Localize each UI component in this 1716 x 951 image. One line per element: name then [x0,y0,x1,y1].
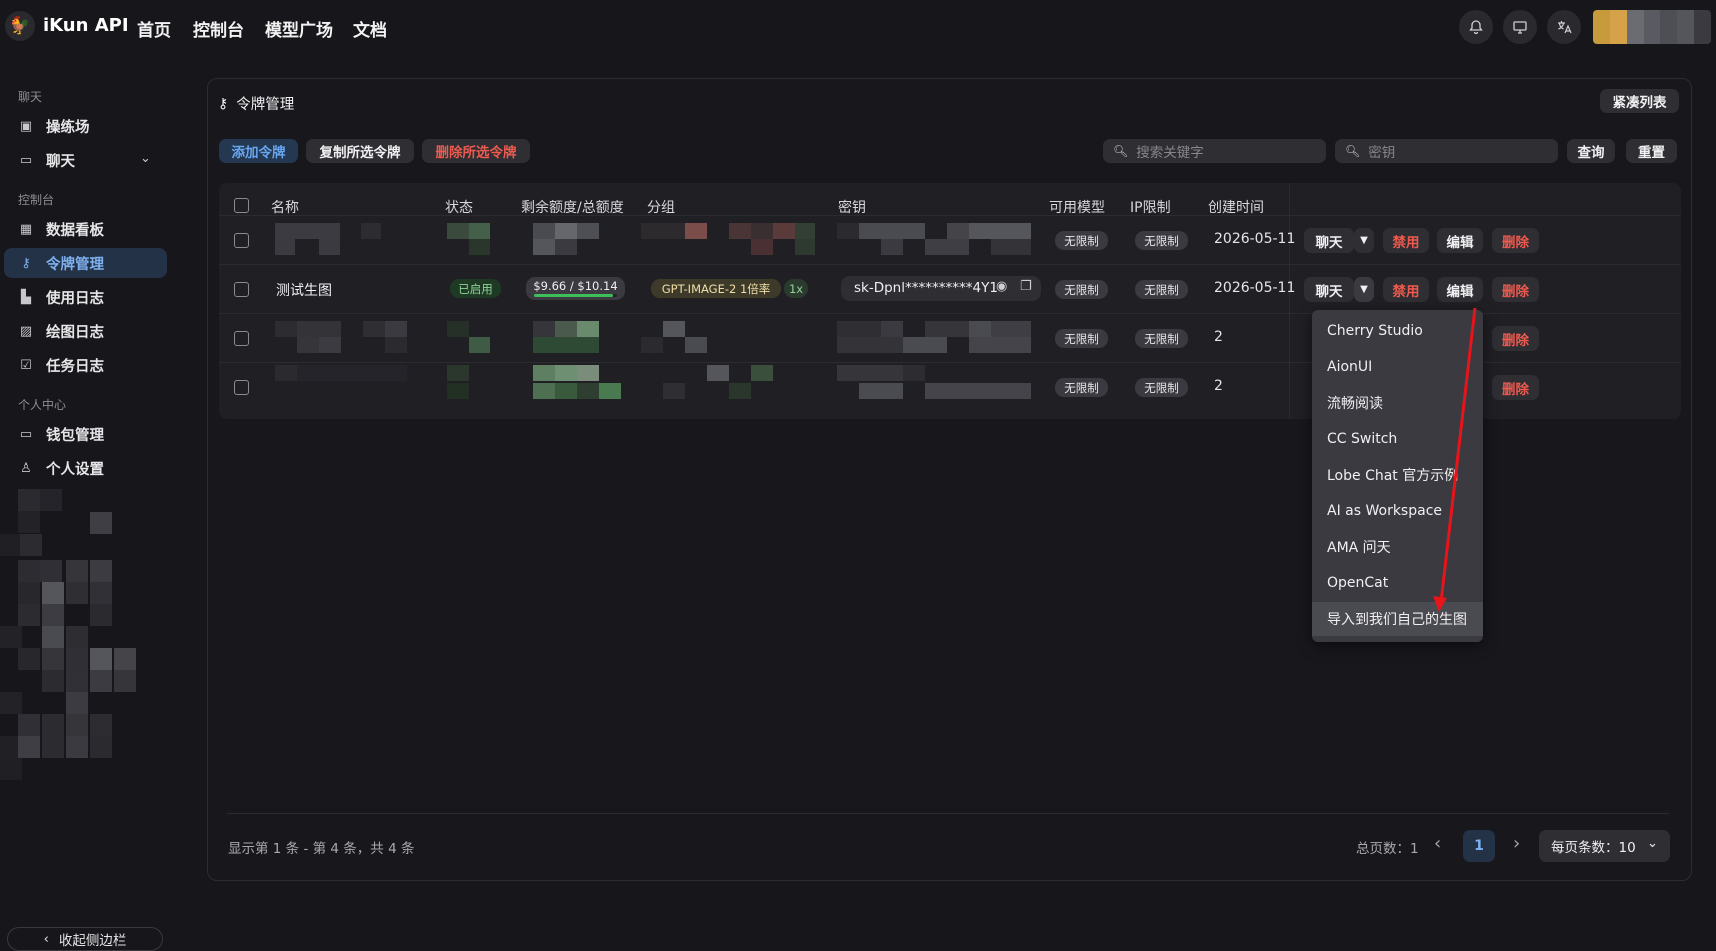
chevron-left-icon: ‹ [43,931,49,947]
annotation-arrow-line [1439,307,1477,603]
annotation-arrow [1433,307,1477,612]
annotation-arrow-head [1433,596,1447,612]
collapse-sidebar-button[interactable]: ‹ 收起侧边栏 [7,927,163,951]
collapse-sidebar-label: 收起侧边栏 [58,933,127,949]
